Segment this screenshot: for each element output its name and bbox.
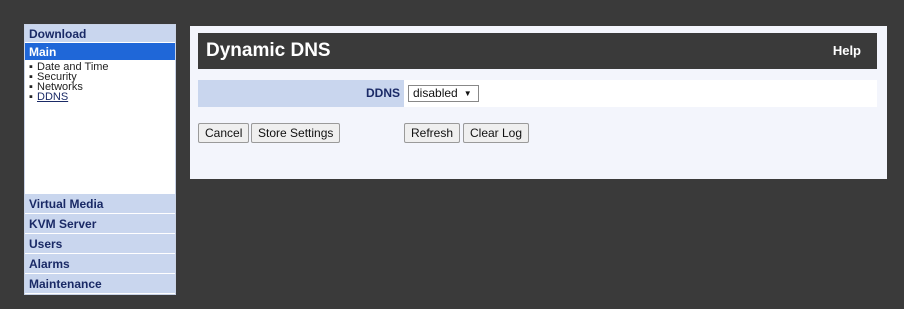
cancel-button[interactable]: Cancel <box>198 123 250 143</box>
sidebar-submenu: ▪ Date and Time ▪ Security ▪ Networks ▪ DDNS <box>25 61 175 197</box>
sidebar-item-ddns: ▪ DDNS <box>29 91 175 103</box>
sidebar-users[interactable]: Users <box>25 234 175 254</box>
sidebar-sections: Virtual Media KVM Server Users Alarms Ma… <box>25 194 175 294</box>
ddns-select[interactable]: disabled ▼ <box>408 85 479 102</box>
title-bar: Dynamic DNS Help <box>198 33 877 69</box>
sidebar-kvm-server[interactable]: KVM Server <box>25 214 175 234</box>
page-title: Dynamic DNS <box>206 40 331 61</box>
dropdown-arrow-icon: ▼ <box>463 89 472 98</box>
help-link[interactable]: Help <box>833 43 861 58</box>
sidebar-main[interactable]: Main <box>25 43 175 61</box>
ddns-select-value: disabled <box>413 86 458 100</box>
ddns-row: DDNS disabled ▼ <box>198 80 877 107</box>
store-settings-button[interactable]: Store Settings <box>251 123 341 143</box>
refresh-button[interactable]: Refresh <box>404 123 461 143</box>
sidebar-link-ddns[interactable]: DDNS <box>37 91 68 103</box>
bullet-icon: ▪ <box>29 91 33 103</box>
sidebar-download[interactable]: Download <box>25 25 175 43</box>
ddns-label: DDNS <box>198 80 404 107</box>
sidebar-maintenance[interactable]: Maintenance <box>25 274 175 294</box>
content-panel: Dynamic DNS Help DDNS disabled ▼ Cancel S… <box>190 26 887 179</box>
sidebar-alarms[interactable]: Alarms <box>25 254 175 274</box>
clear-log-button[interactable]: Clear Log <box>463 123 530 143</box>
sidebar-virtual-media[interactable]: Virtual Media <box>25 194 175 214</box>
sidebar: Download Main ▪ Date and Time ▪ Security ▪… <box>24 24 176 295</box>
